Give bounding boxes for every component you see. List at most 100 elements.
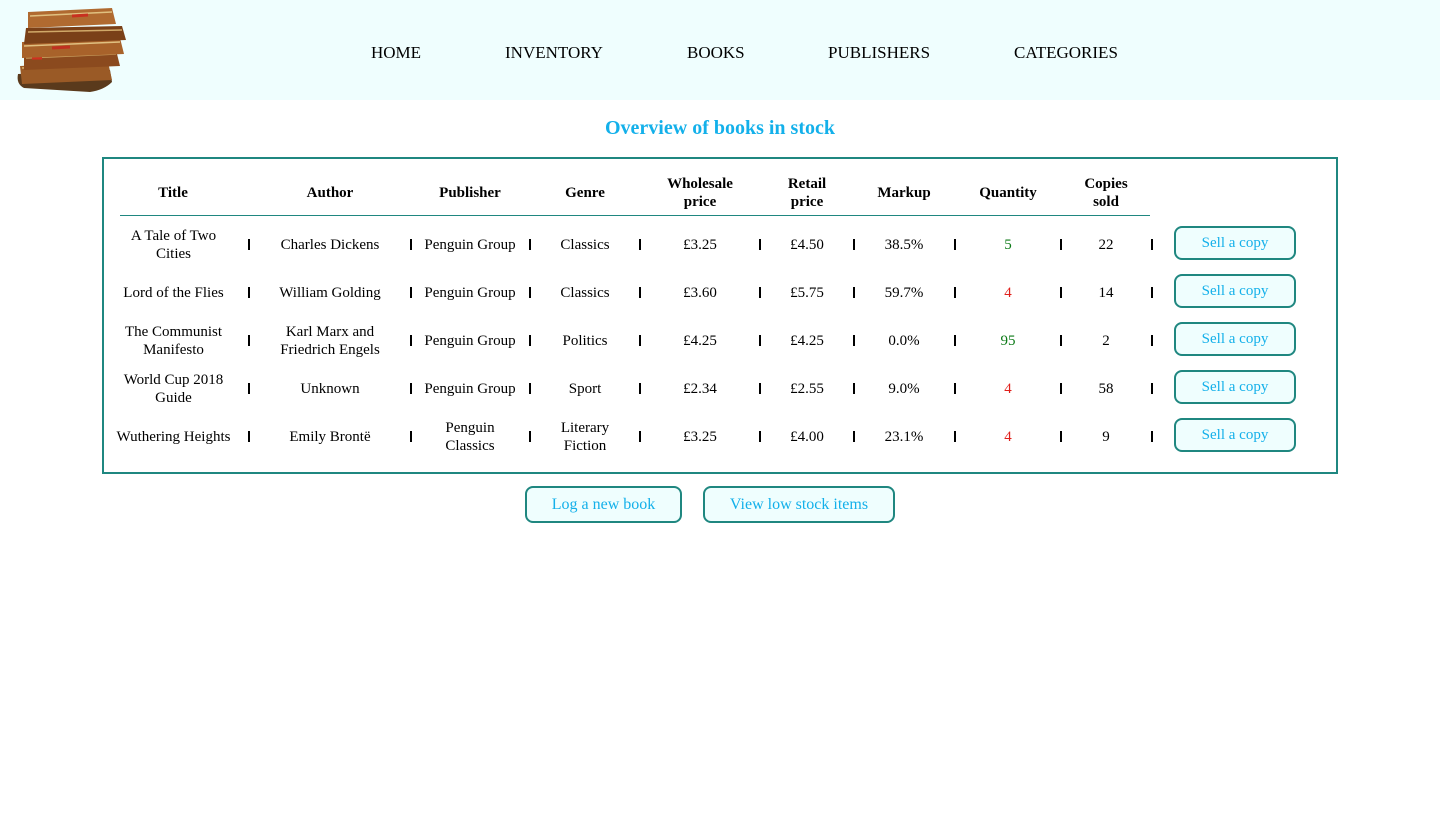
cell-quantity: 95 <box>1000 333 1016 349</box>
cell-copies-sold: 58 <box>1098 381 1114 397</box>
cell-markup: 23.1% <box>884 429 924 445</box>
column-separator <box>410 287 412 298</box>
col-header-genre: Genre <box>565 185 605 201</box>
nav-home-link[interactable]: HOME <box>371 43 421 63</box>
sell-copy-button[interactable]: Sell a copy <box>1174 418 1296 452</box>
cell-title: World Cup 2018 Guide <box>123 372 224 406</box>
cell-copies-sold: 2 <box>1102 333 1110 349</box>
column-separator <box>1151 383 1153 394</box>
page-title: Overview of books in stock <box>605 117 835 139</box>
sell-copy-button[interactable]: Sell a copy <box>1174 322 1296 356</box>
column-separator <box>853 335 855 346</box>
cell-markup: 59.7% <box>884 285 924 301</box>
cell-title: Lord of the Flies <box>123 285 224 301</box>
cell-genre: Politics <box>562 333 608 349</box>
column-separator <box>639 431 641 442</box>
column-separator <box>410 335 412 346</box>
cell-markup: 38.5% <box>884 237 924 253</box>
column-separator <box>1060 287 1062 298</box>
column-separator <box>248 431 250 442</box>
column-separator <box>1060 335 1062 346</box>
col-header-wholesale-price: Wholesale price <box>667 176 733 210</box>
column-separator <box>639 239 641 250</box>
cell-markup: 9.0% <box>888 381 920 397</box>
cell-title: The Communist Manifesto <box>124 324 223 358</box>
column-separator <box>954 287 956 298</box>
nav-categories-link[interactable]: CATEGORIES <box>1014 43 1118 63</box>
column-separator <box>954 431 956 442</box>
cell-wholesale-price: £3.60 <box>683 285 717 301</box>
col-header-markup: Markup <box>877 185 931 201</box>
col-header-copies-sold: Copies sold <box>1084 176 1128 210</box>
column-separator <box>529 431 531 442</box>
column-separator <box>410 383 412 394</box>
column-separator <box>529 239 531 250</box>
col-header-title: Title <box>158 185 188 201</box>
cell-title: Wuthering Heights <box>116 429 231 445</box>
nav-books-link[interactable]: BOOKS <box>687 43 745 63</box>
cell-author: Karl Marx and Friedrich Engels <box>280 324 380 358</box>
column-separator <box>1151 287 1153 298</box>
log-new-book-button[interactable]: Log a new book <box>525 486 682 523</box>
column-separator <box>248 287 250 298</box>
column-separator <box>639 335 641 346</box>
column-separator <box>954 239 956 250</box>
col-header-author: Author <box>306 185 354 201</box>
cell-author: Unknown <box>300 381 360 397</box>
col-header-publisher: Publisher <box>439 185 501 201</box>
column-separator <box>1151 431 1153 442</box>
cell-publisher: Penguin Group <box>424 285 516 301</box>
cell-copies-sold: 22 <box>1098 237 1114 253</box>
column-separator <box>248 239 250 250</box>
column-separator <box>759 431 761 442</box>
cell-author: William Golding <box>279 285 381 301</box>
sell-copy-button[interactable]: Sell a copy <box>1174 370 1296 404</box>
column-separator <box>529 287 531 298</box>
col-header-quantity: Quantity <box>979 185 1037 201</box>
column-separator <box>954 383 956 394</box>
cell-wholesale-price: £4.25 <box>683 333 717 349</box>
column-separator <box>1060 383 1062 394</box>
sell-copy-button[interactable]: Sell a copy <box>1174 226 1296 260</box>
nav-inventory-link[interactable]: INVENTORY <box>505 43 603 63</box>
cell-quantity: 4 <box>1004 285 1012 301</box>
column-separator <box>529 383 531 394</box>
top-header: HOME INVENTORY BOOKS PUBLISHERS CATEGORI… <box>0 0 1440 100</box>
col-header-retail-price: Retail price <box>787 176 827 210</box>
view-low-stock-button[interactable]: View low stock items <box>703 486 895 523</box>
column-separator <box>759 239 761 250</box>
cell-retail-price: £4.50 <box>790 237 824 253</box>
nav-publishers-link[interactable]: PUBLISHERS <box>828 43 930 63</box>
books-logo-icon[interactable] <box>12 4 128 94</box>
cell-publisher: Penguin Classics <box>445 420 495 454</box>
cell-quantity: 5 <box>1004 237 1012 253</box>
column-separator <box>853 287 855 298</box>
cell-quantity: 4 <box>1004 429 1012 445</box>
cell-wholesale-price: £3.25 <box>683 237 717 253</box>
cell-genre: Classics <box>560 237 610 253</box>
cell-wholesale-price: £3.25 <box>683 429 717 445</box>
cell-retail-price: £4.25 <box>790 333 824 349</box>
column-separator <box>248 383 250 394</box>
cell-copies-sold: 14 <box>1098 285 1114 301</box>
sell-copy-button[interactable]: Sell a copy <box>1174 274 1296 308</box>
cell-title: A Tale of Two Cities <box>130 228 217 262</box>
cell-author: Emily Brontë <box>289 429 371 445</box>
column-separator <box>1060 431 1062 442</box>
cell-markup: 0.0% <box>888 333 920 349</box>
cell-genre: Sport <box>568 381 602 397</box>
column-separator <box>853 431 855 442</box>
column-separator <box>853 239 855 250</box>
column-separator <box>410 431 412 442</box>
column-separator <box>759 287 761 298</box>
cell-retail-price: £4.00 <box>790 429 824 445</box>
cell-genre: Classics <box>560 285 610 301</box>
column-separator <box>1151 239 1153 250</box>
column-separator <box>639 287 641 298</box>
column-separator <box>759 383 761 394</box>
cell-author: Charles Dickens <box>280 237 380 253</box>
header-divider <box>120 215 1150 216</box>
column-separator <box>759 335 761 346</box>
cell-publisher: Penguin Group <box>424 381 516 397</box>
column-separator <box>529 335 531 346</box>
